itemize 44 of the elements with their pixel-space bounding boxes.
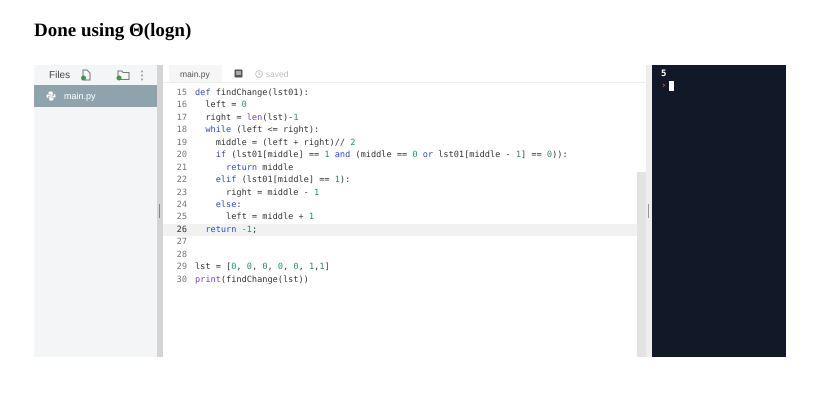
code-line: lst = [0, 0, 0, 0, 0, 1,1]: [195, 261, 330, 274]
code-line: if (lst01[middle] == 1 and (middle == 0 or lst01[middle - 1] == 0)):: [214, 149, 568, 162]
file-tab[interactable]: main.py: [169, 65, 222, 82]
text-cursor: [669, 81, 674, 91]
scrollbar[interactable]: [637, 172, 646, 357]
line-number: 22: [176, 174, 188, 186]
code-line: print(findChange(lst)): [195, 274, 309, 286]
code-line: left = middle + 1: [225, 211, 314, 224]
code-line: while (left <= right):: [204, 124, 320, 137]
line-number: 25: [176, 211, 188, 224]
line-number: 26: [176, 224, 188, 236]
line-number: 19: [176, 136, 188, 150]
line-number: 18: [176, 124, 188, 137]
code-line: return middle: [225, 162, 294, 174]
line-number: 21: [176, 162, 188, 174]
code-line: def findChange(lst01):: [195, 87, 309, 100]
code-line: middle = (left + right)// 2: [214, 136, 356, 150]
line-number: 30: [176, 274, 188, 286]
code-line: return -1;: [204, 224, 258, 236]
console-output: 5: [661, 68, 668, 80]
code-line: left = 0: [204, 99, 247, 112]
clock-icon: [254, 70, 263, 78]
new-file-icon[interactable]: [80, 69, 92, 81]
line-number: 27: [176, 236, 188, 249]
document-icon[interactable]: [234, 69, 243, 78]
line-number: 20: [176, 149, 188, 162]
code-line: elif (lst01[middle] == 1):: [214, 174, 350, 186]
save-status: saved: [266, 68, 288, 78]
console-prompt: ›: [661, 80, 666, 92]
new-folder-icon[interactable]: [116, 69, 130, 81]
line-number: 28: [176, 248, 188, 262]
files-title: Files: [49, 70, 70, 80]
python-file-icon: [46, 91, 56, 101]
code-line: right = middle - 1: [225, 186, 320, 199]
line-number: 15: [176, 87, 188, 100]
code-line: else:: [214, 198, 242, 212]
line-number: 16: [176, 99, 188, 112]
page-heading: Done using Θ(logn): [34, 20, 192, 42]
line-number: 24: [176, 198, 188, 212]
line-number: 29: [176, 261, 188, 274]
code-line: right = len(lst)-1: [204, 112, 299, 124]
line-number: 23: [176, 186, 188, 199]
line-number: 17: [176, 112, 188, 124]
more-icon[interactable]: [140, 70, 144, 80]
